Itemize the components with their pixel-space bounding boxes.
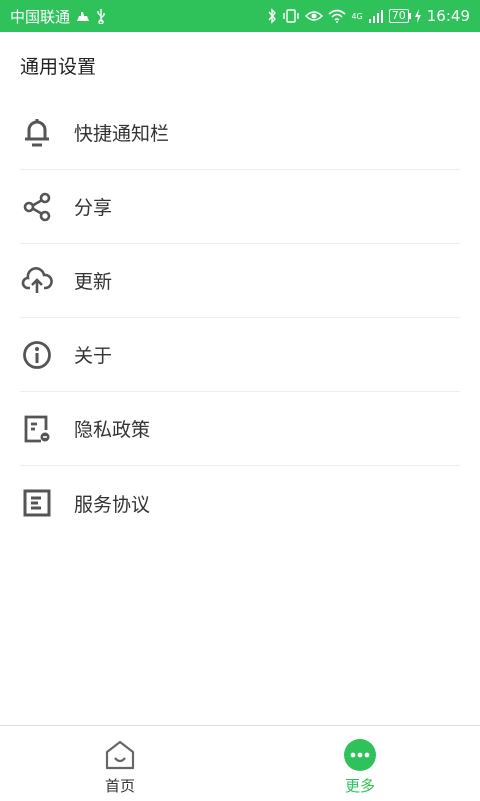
- menu-item-label: 快捷通知栏: [74, 123, 170, 145]
- menu-item-label: 关于: [74, 345, 113, 367]
- tab-label: 更多: [344, 777, 375, 795]
- menu-item-about[interactable]: 关于: [20, 318, 460, 392]
- menu-item-service-agreement[interactable]: 服务协议: [20, 466, 460, 540]
- clock: 16:49: [426, 7, 470, 25]
- info-icon: [20, 338, 54, 372]
- menu-item-share[interactable]: 分享: [20, 170, 460, 244]
- bell-icon: [20, 116, 54, 150]
- cloud-upload-icon: [20, 264, 54, 298]
- privacy-doc-icon: [20, 412, 54, 446]
- menu-item-label: 更新: [74, 271, 113, 293]
- wifi-icon: [328, 9, 346, 23]
- charging-icon: [414, 9, 422, 23]
- tab-more[interactable]: 更多: [240, 726, 480, 801]
- tab-home[interactable]: 首页: [0, 726, 240, 801]
- menu-item-label: 隐私政策: [74, 419, 151, 441]
- menu-item-quick-notification[interactable]: 快捷通知栏: [20, 96, 460, 170]
- menu-item-label: 服务协议: [74, 493, 151, 516]
- page-title: 通用设置: [20, 56, 97, 78]
- bottom-tab-bar: 首页 更多: [0, 725, 480, 801]
- agreement-doc-icon: [20, 486, 54, 520]
- bluetooth-icon: [267, 8, 277, 24]
- menu-item-privacy-policy[interactable]: 隐私政策: [20, 392, 460, 466]
- tab-label: 首页: [104, 777, 135, 795]
- menu-item-update[interactable]: 更新: [20, 244, 460, 318]
- vibrate-icon: [282, 8, 300, 24]
- carrier-name: 中国联通: [10, 7, 71, 26]
- share-icon: [20, 190, 54, 224]
- notification-app-icon: [75, 9, 91, 23]
- eye-care-icon: [305, 9, 324, 23]
- battery-level: 70: [388, 9, 411, 23]
- more-icon: [343, 738, 377, 772]
- signal-icon: [368, 9, 384, 23]
- network-type: 4G: [351, 11, 363, 21]
- usb-icon: [96, 8, 106, 24]
- status-bar: 中国联通 4G 70 16:49: [0, 0, 480, 32]
- menu-item-label: 分享: [74, 197, 113, 219]
- home-icon: [103, 738, 137, 772]
- settings-menu: 快捷通知栏 分享 更新 关于 隐私政策 服务协议: [20, 96, 460, 540]
